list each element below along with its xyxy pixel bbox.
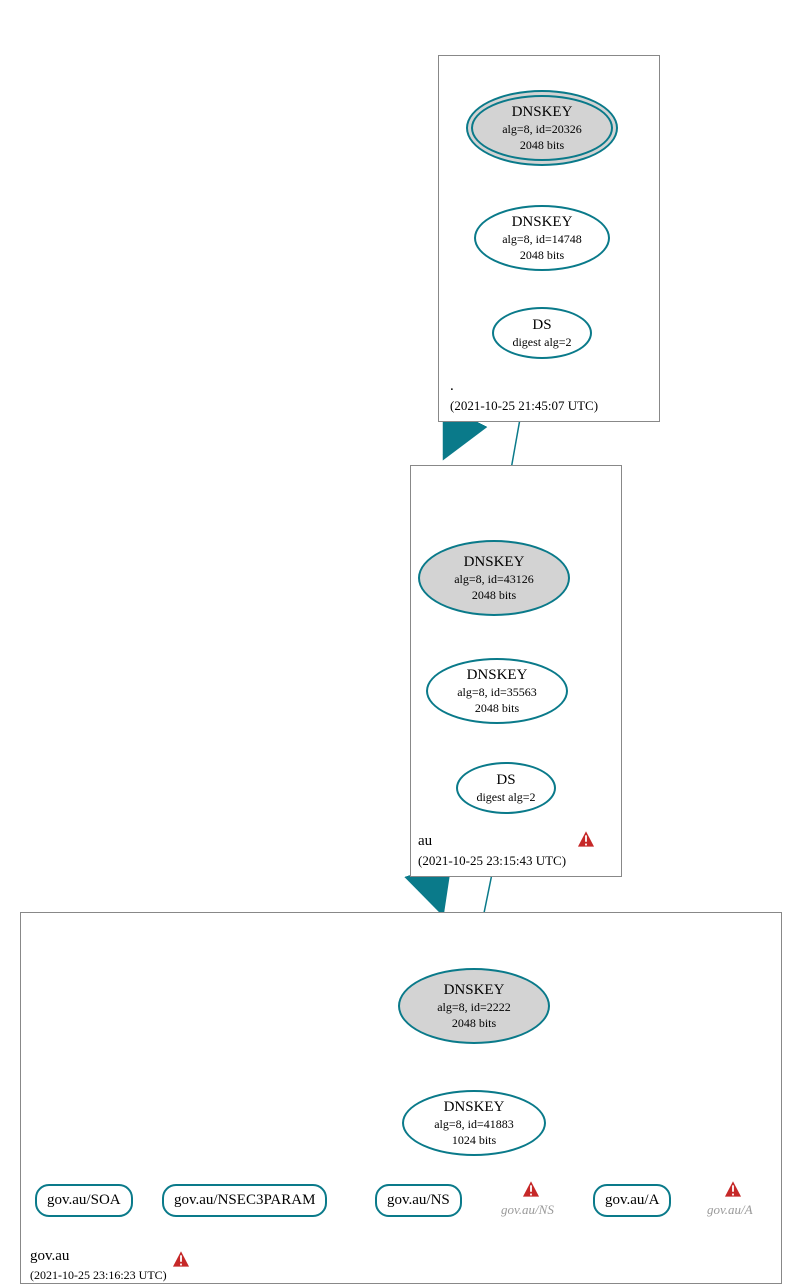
zone-au-label: au (418, 833, 432, 850)
node-au-ds: DS digest alg=2 (456, 762, 556, 814)
node-au-ksk: DNSKEY alg=8, id=43126 2048 bits (418, 540, 570, 616)
dnssec-diagram: DNSKEY alg=8, id=20326 2048 bits DNSKEY … (0, 0, 797, 1286)
node-govau-a: gov.au/A (593, 1184, 671, 1217)
zone-au-ts: (2021-10-25 23:15:43 UTC) (418, 853, 566, 869)
govau-a-title: gov.au/A (605, 1192, 659, 1209)
node-govau-soa: gov.au/SOA (35, 1184, 133, 1217)
root-zsk-l2: 2048 bits (520, 248, 564, 263)
root-zsk-title: DNSKEY (512, 214, 573, 231)
root-ksk-l1: alg=8, id=20326 (502, 122, 582, 137)
node-govau-zsk: DNSKEY alg=8, id=41883 1024 bits (402, 1090, 546, 1156)
node-au-zsk: DNSKEY alg=8, id=35563 2048 bits (426, 658, 568, 724)
root-ds-l1: digest alg=2 (512, 335, 571, 350)
govau-ksk-l1: alg=8, id=2222 (437, 1000, 511, 1015)
govau-n3p-title: gov.au/NSEC3PARAM (174, 1192, 315, 1209)
root-zsk-l1: alg=8, id=14748 (502, 232, 582, 247)
au-zsk-l2: 2048 bits (475, 701, 519, 716)
au-ksk-l2: 2048 bits (472, 588, 516, 603)
node-govau-ksk: DNSKEY alg=8, id=2222 2048 bits (398, 968, 550, 1044)
au-ksk-title: DNSKEY (464, 554, 525, 571)
zone-root-ts: (2021-10-25 21:45:07 UTC) (450, 398, 598, 414)
govau-zsk-l2: 1024 bits (452, 1133, 496, 1148)
warning-triangle-icon (170, 1248, 192, 1270)
govau-zsk-title: DNSKEY (444, 1099, 505, 1116)
ghost-ns-label: gov.au/NS (501, 1202, 554, 1218)
ghost-a-label: gov.au/A (707, 1202, 753, 1218)
root-ds-title: DS (532, 317, 551, 334)
node-govau-ns: gov.au/NS (375, 1184, 462, 1217)
govau-zsk-l1: alg=8, id=41883 (434, 1117, 514, 1132)
node-govau-nsec3param: gov.au/NSEC3PARAM (162, 1184, 327, 1217)
au-zsk-title: DNSKEY (467, 667, 528, 684)
warning-triangle-icon (722, 1178, 744, 1200)
au-zsk-l1: alg=8, id=35563 (457, 685, 537, 700)
zone-govau (20, 912, 782, 1284)
warning-triangle-icon (520, 1178, 542, 1200)
govau-ksk-title: DNSKEY (444, 982, 505, 999)
root-ksk-l2: 2048 bits (520, 138, 564, 153)
zone-govau-label: gov.au (30, 1248, 69, 1265)
au-ksk-l1: alg=8, id=43126 (454, 572, 534, 587)
govau-soa-title: gov.au/SOA (47, 1192, 121, 1209)
node-root-ksk: DNSKEY alg=8, id=20326 2048 bits (466, 90, 618, 166)
zone-root-label: . (450, 378, 454, 395)
node-root-zsk: DNSKEY alg=8, id=14748 2048 bits (474, 205, 610, 271)
govau-ksk-l2: 2048 bits (452, 1016, 496, 1031)
au-ds-l1: digest alg=2 (476, 790, 535, 805)
au-ds-title: DS (496, 772, 515, 789)
root-ksk-title: DNSKEY (512, 104, 573, 121)
zone-govau-ts: (2021-10-25 23:16:23 UTC) (30, 1268, 167, 1283)
node-root-ds: DS digest alg=2 (492, 307, 592, 359)
warning-triangle-icon (575, 828, 597, 850)
govau-ns-title: gov.au/NS (387, 1192, 450, 1209)
